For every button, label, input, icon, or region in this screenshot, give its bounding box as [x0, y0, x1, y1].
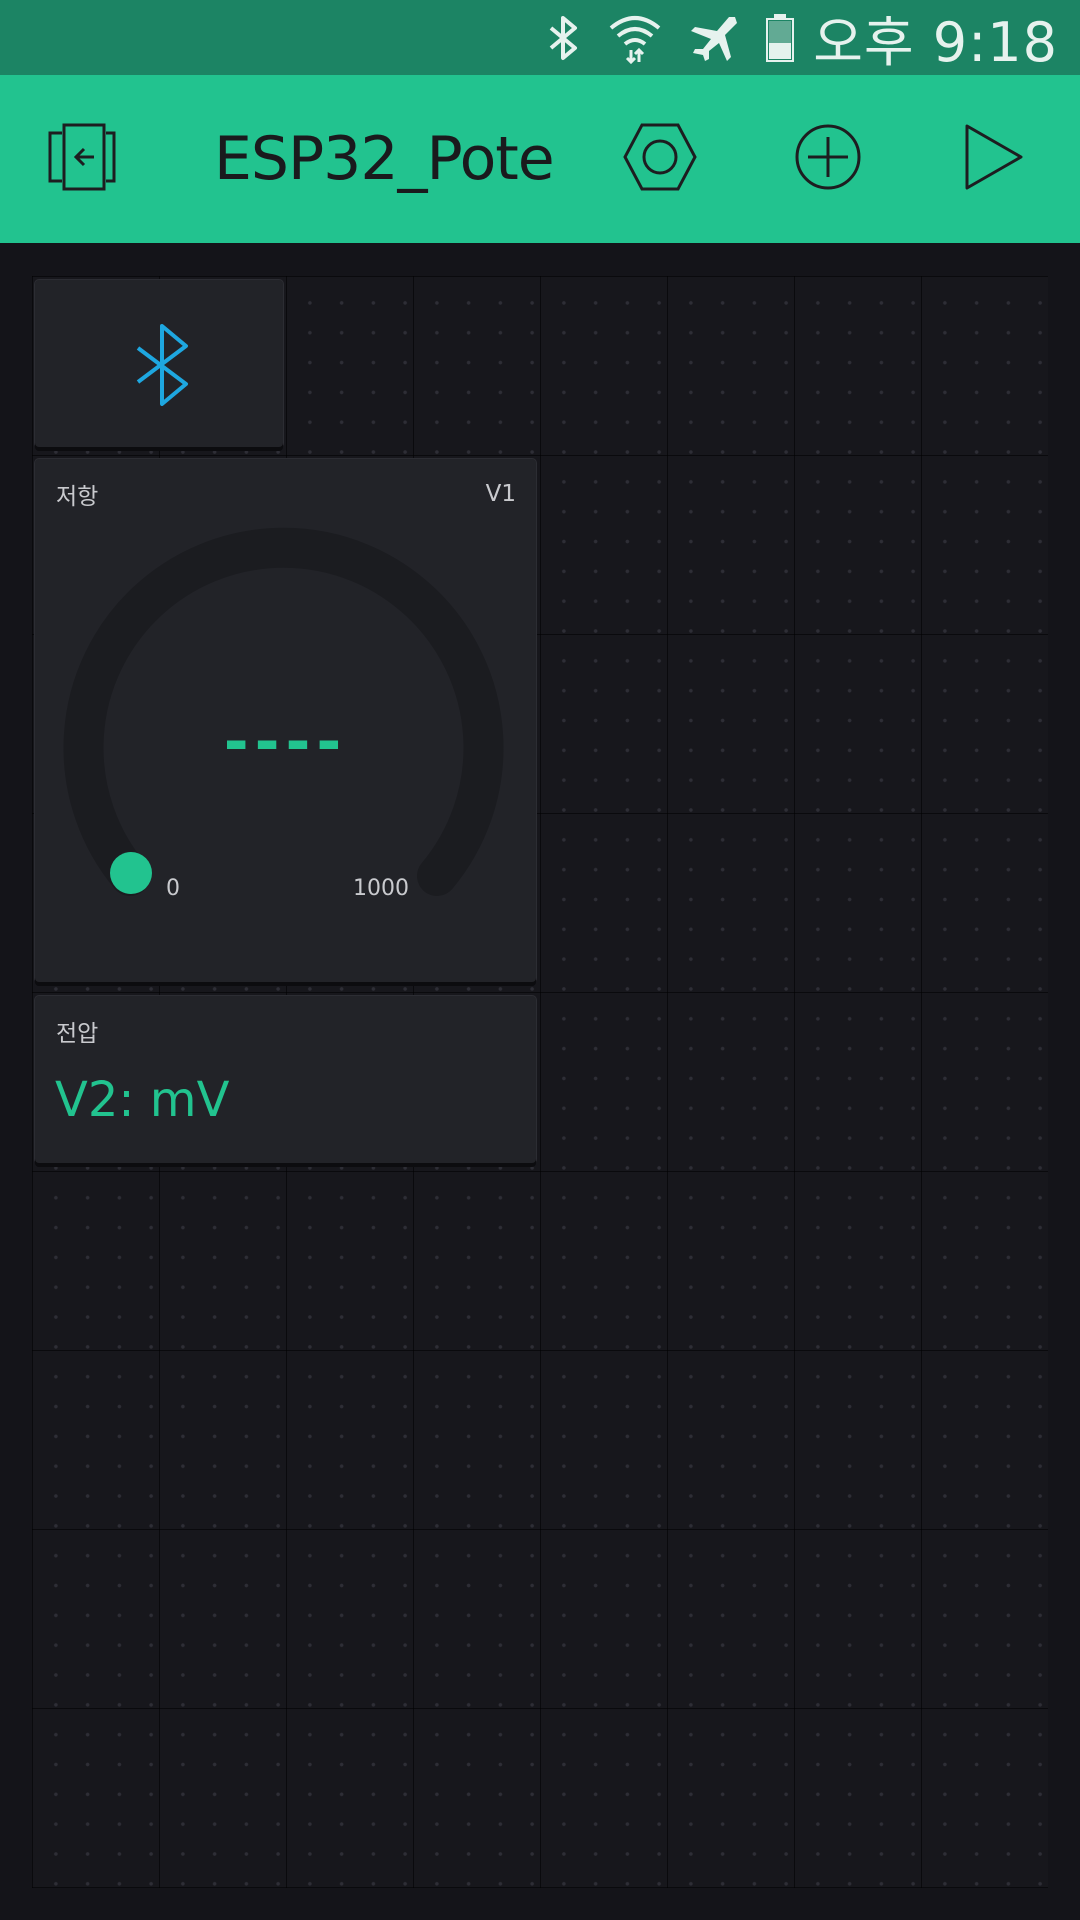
app-toolbar: ESP32_Potentiometer	[0, 75, 1080, 243]
bluetooth-widget[interactable]	[35, 280, 283, 447]
exit-button[interactable]	[44, 75, 120, 243]
display-value: V2: mV	[55, 1072, 230, 1128]
gauge-min-label: 0	[166, 876, 180, 901]
value-display-widget[interactable]: 전압 V2: mV	[35, 996, 536, 1163]
play-button[interactable]	[962, 75, 1026, 243]
airplane-mode-icon	[689, 13, 739, 63]
play-icon	[963, 122, 1025, 196]
bluetooth-icon	[132, 322, 192, 410]
status-time: 오후 9:18	[813, 11, 1058, 74]
battery-icon	[765, 13, 795, 63]
display-label: 전압	[56, 1021, 99, 1047]
status-bar: 오후 9:18	[0, 0, 1080, 75]
gauge-value: ----	[223, 707, 348, 777]
settings-hex-icon	[622, 122, 698, 196]
exit-icon	[44, 121, 120, 197]
wifi-icon	[607, 12, 663, 64]
bluetooth-icon	[547, 14, 581, 62]
settings-button[interactable]	[620, 75, 700, 243]
add-widget-button[interactable]	[792, 75, 864, 243]
gauge-max-label: 1000	[353, 876, 409, 901]
project-title: ESP32_Potentiometer	[214, 124, 554, 194]
gauge-widget[interactable]: 저항 V1 ---- 0 1000	[35, 459, 536, 982]
add-widget-icon	[794, 123, 862, 195]
